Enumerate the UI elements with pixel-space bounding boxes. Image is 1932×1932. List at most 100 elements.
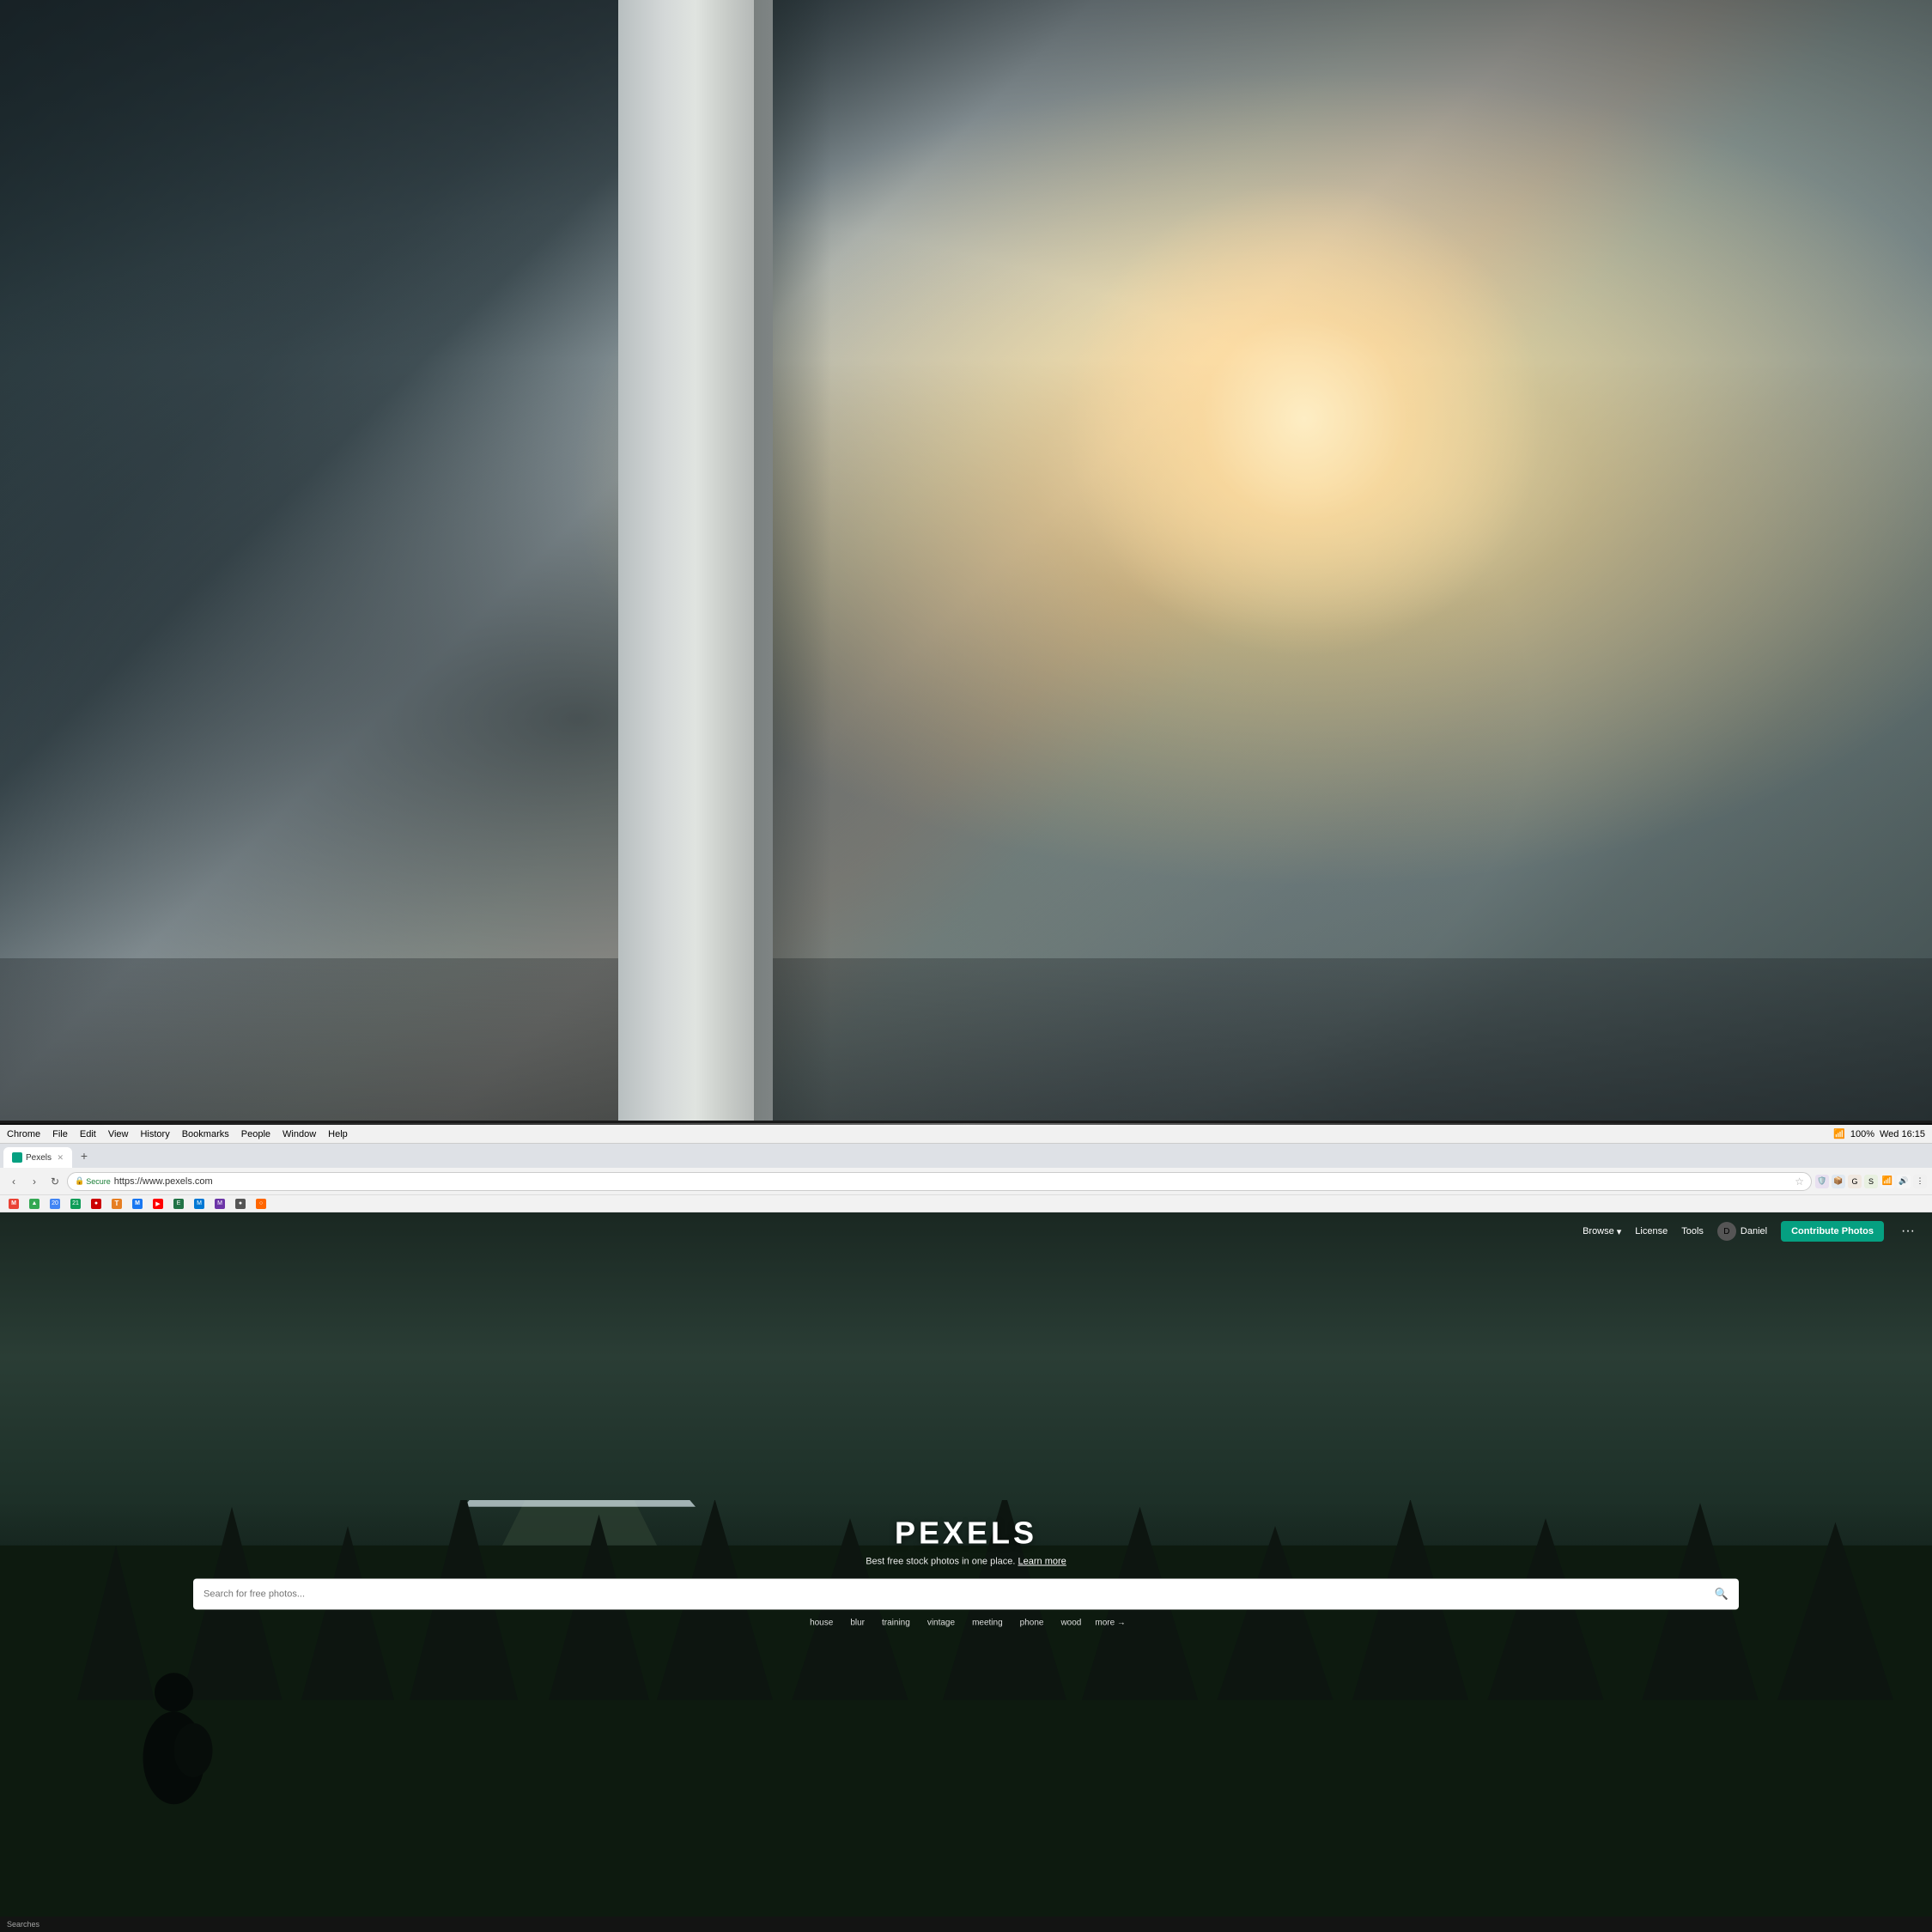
pexels-search-bar: 🔍 — [193, 1579, 1739, 1610]
learn-more-link[interactable]: Learn more — [1018, 1557, 1066, 1567]
username-label: Daniel — [1741, 1226, 1767, 1236]
ext-icon-6[interactable]: 🔊 — [1897, 1175, 1911, 1188]
bookmark-cal2[interactable]: 21 — [67, 1197, 84, 1211]
suggestion-more[interactable]: more → — [1095, 1617, 1126, 1630]
wifi-icon: 📶 — [1833, 1128, 1845, 1139]
tools-label: Tools — [1681, 1226, 1704, 1236]
extension-icons: 🛡️ 📦 G S 📶 🔊 ⋮ — [1815, 1175, 1927, 1188]
pexels-hero: Browse ▾ License Tools — [0, 1212, 1932, 1932]
ext-icon-4[interactable]: S — [1864, 1175, 1878, 1188]
pillar — [618, 0, 773, 1198]
bookmark-item10[interactable]: M — [191, 1197, 208, 1211]
item12-icon: ● — [235, 1199, 246, 1209]
ext-icon-2[interactable]: 📦 — [1832, 1175, 1845, 1188]
item6-icon: T — [112, 1199, 122, 1209]
bookmark-bar: M ▲ 20 21 ● T M — [0, 1195, 1932, 1212]
contribute-photos-button[interactable]: Contribute Photos — [1781, 1221, 1884, 1242]
bookmark-item9[interactable]: E — [170, 1197, 187, 1211]
chrome-toolbar: ‹ › ↻ 🔒 Secure https://www.pexels.com ☆ … — [0, 1168, 1932, 1195]
more-options-button[interactable]: ··· — [1898, 1224, 1918, 1239]
menubar-right: 📶 100% Wed 16:15 — [1833, 1128, 1925, 1139]
ext-icon-1[interactable]: 🛡️ — [1815, 1175, 1829, 1188]
bookmark-item12[interactable]: ● — [232, 1197, 249, 1211]
menubar-window[interactable]: Window — [283, 1129, 316, 1139]
bookmark-item11[interactable]: M — [211, 1197, 228, 1211]
suggestion-phone[interactable]: phone — [1017, 1617, 1048, 1630]
pexels-navbar: Browse ▾ License Tools — [0, 1212, 1932, 1250]
menubar-help[interactable]: Help — [328, 1129, 348, 1139]
bookmark-item8[interactable]: ▶ — [149, 1197, 167, 1211]
url-text: https://www.pexels.com — [114, 1176, 213, 1187]
ext-icon-3[interactable]: G — [1848, 1175, 1862, 1188]
suggestion-house[interactable]: house — [806, 1617, 836, 1630]
suggestion-wood[interactable]: wood — [1057, 1617, 1084, 1630]
user-avatar[interactable]: D — [1717, 1222, 1736, 1241]
browser-tab-active[interactable]: Pexels ✕ — [3, 1147, 72, 1168]
mac-menubar: Chrome File Edit View History Bookmarks … — [0, 1125, 1932, 1144]
secure-badge: 🔒 Secure — [75, 1176, 111, 1186]
status-searches-label: Searches — [7, 1920, 39, 1929]
pillar-shadow — [754, 0, 831, 1198]
pexels-subtitle: Best free stock photos in one place. Lea… — [193, 1557, 1739, 1567]
monitor-reflection — [0, 1123, 1932, 1127]
ext-more-icon[interactable]: ⋮ — [1913, 1175, 1927, 1188]
search-icon: 🔍 — [1715, 1588, 1728, 1601]
pexels-hero-content: PEXELS Best free stock photos in one pla… — [193, 1516, 1739, 1630]
user-area: D Daniel — [1717, 1222, 1767, 1241]
bookmark-item13[interactable]: ○ — [252, 1197, 270, 1211]
background-photo — [0, 0, 1932, 1198]
bookmark-star-icon[interactable]: ☆ — [1795, 1176, 1804, 1188]
back-button[interactable]: ‹ — [5, 1173, 22, 1190]
suggestion-meeting[interactable]: meeting — [969, 1617, 1006, 1630]
menubar-view[interactable]: View — [108, 1129, 129, 1139]
bookmark-cal1[interactable]: 20 — [46, 1197, 64, 1211]
pexels-suggestions: house blur training vintage meeting phon… — [193, 1617, 1739, 1630]
reload-button[interactable]: ↻ — [46, 1173, 64, 1190]
item10-icon: M — [194, 1199, 204, 1209]
tab-title: Pexels — [26, 1153, 52, 1163]
bookmark-item6[interactable]: T — [108, 1197, 125, 1211]
menubar-file[interactable]: File — [52, 1129, 68, 1139]
search-input[interactable] — [204, 1589, 1708, 1600]
menubar-history[interactable]: History — [140, 1129, 169, 1139]
menubar-items: Chrome File Edit View History Bookmarks … — [7, 1129, 348, 1139]
new-tab-button[interactable]: + — [76, 1147, 93, 1164]
menubar-people[interactable]: People — [241, 1129, 270, 1139]
license-link[interactable]: License — [1635, 1226, 1668, 1236]
bookmark-item5[interactable]: ● — [88, 1197, 105, 1211]
window-glow — [1063, 179, 1546, 659]
monitor-screen: Chrome File Edit View History Bookmarks … — [0, 1125, 1932, 1932]
bookmark-gmail[interactable]: M — [5, 1197, 22, 1211]
suggestion-vintage[interactable]: vintage — [924, 1617, 958, 1630]
license-label: License — [1635, 1226, 1668, 1236]
secure-label: Secure — [86, 1177, 111, 1186]
tab-favicon — [12, 1152, 22, 1163]
browse-chevron-icon: ▾ — [1617, 1226, 1622, 1237]
address-bar[interactable]: 🔒 Secure https://www.pexels.com ☆ — [67, 1172, 1812, 1191]
item5-icon: ● — [91, 1199, 101, 1209]
menubar-bookmarks[interactable]: Bookmarks — [182, 1129, 229, 1139]
tab-close-icon[interactable]: ✕ — [57, 1153, 64, 1163]
status-bar: Searches — [0, 1917, 1932, 1932]
battery-level: 100% — [1850, 1129, 1874, 1139]
bookmark-drive[interactable]: ▲ — [26, 1197, 43, 1211]
lock-icon: 🔒 — [75, 1176, 84, 1186]
bookmark-item7[interactable]: M — [129, 1197, 146, 1211]
pexels-nav-links: Browse ▾ License Tools — [1583, 1221, 1918, 1242]
tools-link[interactable]: Tools — [1681, 1226, 1704, 1236]
cal2-icon: 21 — [70, 1199, 81, 1209]
avatar-initial: D — [1723, 1227, 1729, 1236]
suggestion-training[interactable]: training — [878, 1617, 914, 1630]
suggestion-blur[interactable]: blur — [847, 1617, 868, 1630]
browse-label: Browse — [1583, 1226, 1614, 1236]
gmail-icon: M — [9, 1199, 19, 1209]
clock: Wed 16:15 — [1880, 1129, 1925, 1139]
cal1-icon: 20 — [50, 1199, 60, 1209]
item7-icon: M — [132, 1199, 143, 1209]
monitor-bezel: Chrome File Edit View History Bookmarks … — [0, 1121, 1932, 1932]
menubar-edit[interactable]: Edit — [80, 1129, 96, 1139]
browse-link[interactable]: Browse ▾ — [1583, 1226, 1621, 1237]
website-content: Browse ▾ License Tools — [0, 1212, 1932, 1932]
forward-button[interactable]: › — [26, 1173, 43, 1190]
ext-icon-5[interactable]: 📶 — [1880, 1175, 1894, 1188]
